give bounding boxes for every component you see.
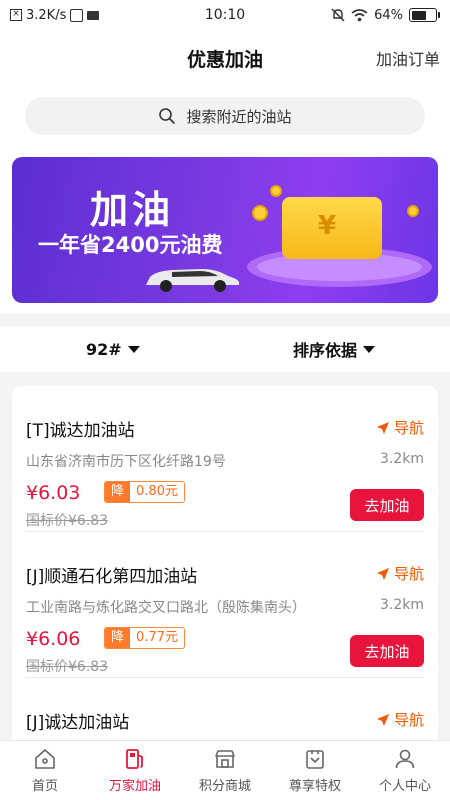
status-right: 64% xyxy=(290,8,440,23)
banner-title: 加油 xyxy=(90,188,175,232)
navigate-button[interactable]: 导航 xyxy=(376,709,424,730)
tab-home[interactable]: 首页 xyxy=(0,741,90,800)
mute-icon xyxy=(331,8,345,22)
search-bar[interactable]: 搜索附近的油站 xyxy=(25,97,425,135)
tab-label: 首页 xyxy=(31,779,58,794)
discount-badge: 降 0.77元 xyxy=(104,627,185,649)
station-name: [J]诚达加油站 xyxy=(26,713,130,733)
tab-label: 个人中心 xyxy=(378,779,431,794)
navigation-arrow-icon xyxy=(376,567,389,580)
close-notification-icon: × xyxy=(10,9,22,21)
tab-label: 积分商城 xyxy=(198,779,251,794)
station-distance: 3.2km xyxy=(379,597,424,613)
bottom-tab-bar: 首页 万家加油 积分商城 尊享特权 个人中心 xyxy=(0,740,450,800)
navigate-label: 导航 xyxy=(393,711,424,729)
status-left: × 3.2K/s xyxy=(10,8,160,23)
tab-points-mall[interactable]: 积分商城 xyxy=(180,741,270,800)
station-address: 山东省济南市历下区化纤路19号 xyxy=(26,454,226,470)
battery-percent: 64% xyxy=(374,7,403,23)
caret-down-icon xyxy=(127,345,140,353)
page-title: 优惠加油 xyxy=(186,48,263,71)
wallet-symbol: ¥ xyxy=(318,211,337,241)
discount-value: 0.77元 xyxy=(130,628,184,648)
car-illustration xyxy=(146,269,240,292)
refuel-button[interactable]: 去加油 xyxy=(350,635,424,667)
user-icon xyxy=(395,749,415,769)
promo-banner[interactable]: 加油 一年省2400元油费 ¥ xyxy=(12,157,438,303)
station-card[interactable]: [T]诚达加油站 导航 山东省济南市历下区化纤路19号 3.2km ¥6.03 … xyxy=(26,386,424,532)
wallet-icon: ¥ xyxy=(282,197,382,259)
station-list: [T]诚达加油站 导航 山东省济南市历下区化纤路19号 3.2km ¥6.03 … xyxy=(12,386,438,746)
station-address: 工业南路与炼化路交叉口路北（殷陈集南头） xyxy=(26,600,306,616)
caret-down-icon xyxy=(363,345,376,353)
fuel-type-value: 92# xyxy=(86,339,122,359)
tab-profile[interactable]: 个人中心 xyxy=(360,741,450,800)
sort-label: 排序依据 xyxy=(293,341,358,360)
discount-value: 0.80元 xyxy=(130,482,184,502)
search-section: 搜索附近的油站 xyxy=(0,86,450,144)
refuel-button[interactable]: 去加油 xyxy=(350,489,424,521)
privilege-icon xyxy=(306,750,324,769)
fuel-type-dropdown[interactable]: 92# xyxy=(86,340,140,359)
fuel-orders-link[interactable]: 加油订单 xyxy=(376,46,440,70)
station-card[interactable]: [J]顺通石化第四加油站 导航 工业南路与炼化路交叉口路北（殷陈集南头） 3.2… xyxy=(26,532,424,678)
battery-icon xyxy=(409,8,440,22)
fuel-pump-icon xyxy=(126,749,143,769)
filter-bar: 92# 排序依据 xyxy=(0,326,450,372)
standard-price: 国标价¥6.83 xyxy=(26,513,109,529)
station-card[interactable]: [J]诚达加油站 导航 xyxy=(26,678,424,746)
video-icon xyxy=(87,10,100,20)
discount-badge: 降 0.80元 xyxy=(104,481,185,503)
station-distance: 3.2km xyxy=(379,451,424,467)
network-speed: 3.2K/s xyxy=(26,7,67,23)
home-icon xyxy=(35,749,55,769)
search-placeholder: 搜索附近的油站 xyxy=(186,107,292,126)
clock: 10:10 xyxy=(204,7,246,23)
app-header: 优惠加油 加油订单 xyxy=(0,30,450,86)
standard-price: 国标价¥6.83 xyxy=(26,659,109,675)
member-price: ¥6.03 xyxy=(26,482,81,504)
station-name: [J]顺通石化第四加油站 xyxy=(26,567,198,587)
tab-privileges[interactable]: 尊享特权 xyxy=(270,741,360,800)
banner-section: 加油 一年省2400元油费 ¥ xyxy=(0,144,450,314)
search-icon xyxy=(159,108,176,124)
navigation-arrow-icon xyxy=(376,713,389,726)
store-icon xyxy=(215,750,235,768)
discount-label: 降 xyxy=(105,482,131,502)
coin-icon xyxy=(270,185,282,197)
sort-dropdown[interactable]: 排序依据 xyxy=(293,337,376,361)
navigate-button[interactable]: 导航 xyxy=(376,563,424,584)
station-name: [T]诚达加油站 xyxy=(26,421,135,441)
banner-subtitle: 一年省2400元油费 xyxy=(38,233,223,257)
wifi-icon xyxy=(351,8,368,21)
discount-label: 降 xyxy=(105,628,131,648)
tab-label: 尊享特权 xyxy=(288,779,341,794)
navigate-label: 导航 xyxy=(393,565,424,583)
status-bar: × 3.2K/s 10:10 64% xyxy=(0,0,450,30)
coin-icon xyxy=(407,205,419,217)
tab-label: 万家加油 xyxy=(108,779,161,794)
navigation-arrow-icon xyxy=(376,421,389,434)
navigate-button[interactable]: 导航 xyxy=(376,417,424,438)
notification-icon xyxy=(70,8,84,22)
navigate-label: 导航 xyxy=(393,419,424,437)
member-price: ¥6.06 xyxy=(26,628,81,650)
coin-icon xyxy=(252,205,268,221)
tab-fuel[interactable]: 万家加油 xyxy=(90,741,180,800)
